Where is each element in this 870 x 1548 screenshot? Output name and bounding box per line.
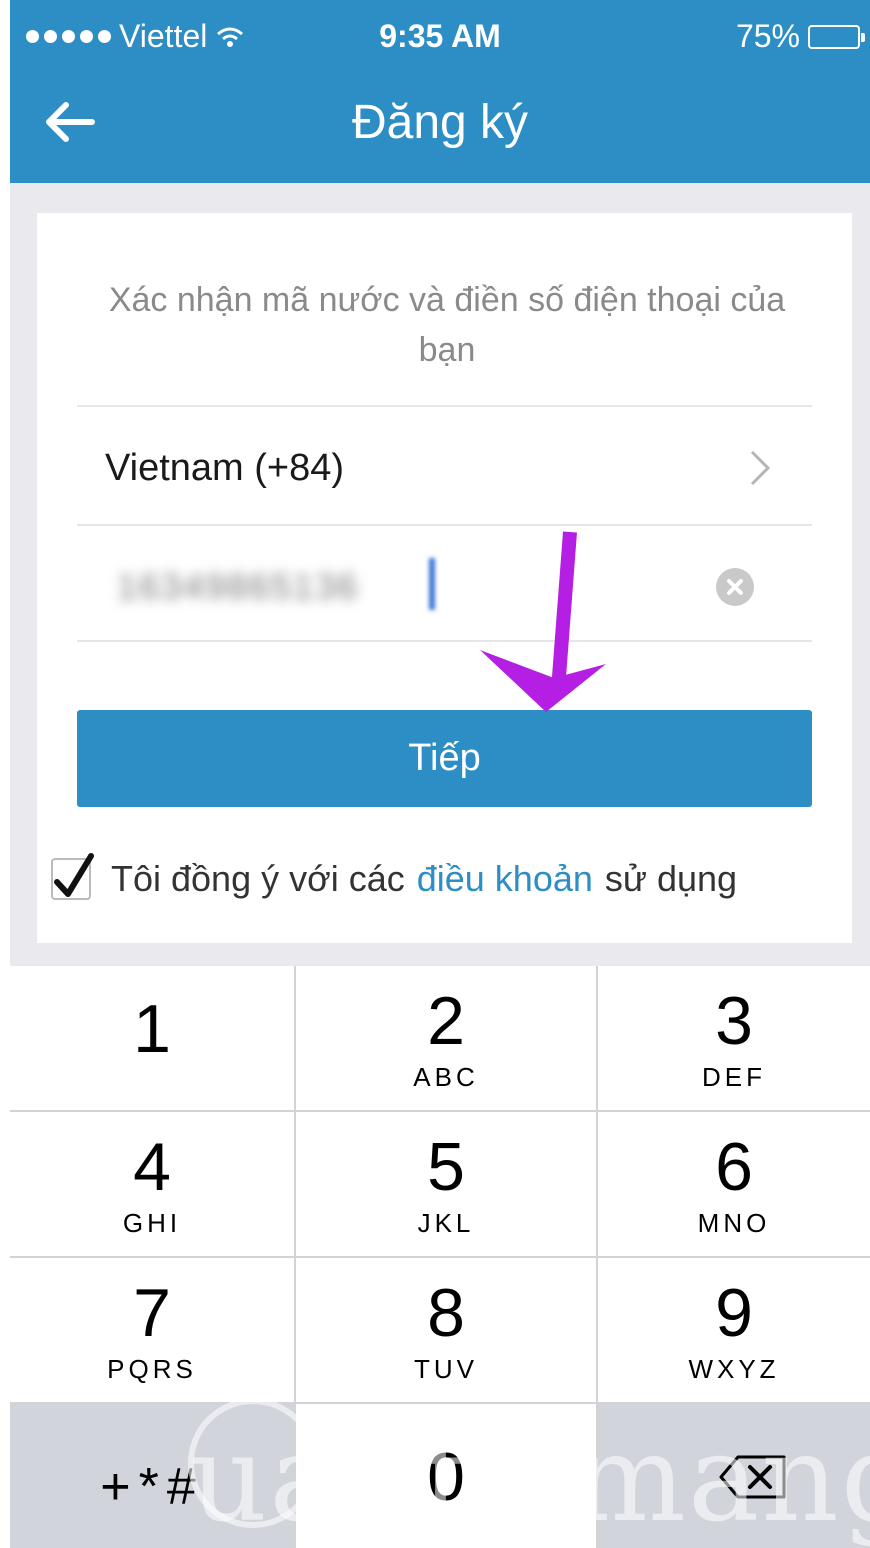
key-2[interactable]: 2 ABC xyxy=(296,966,598,1112)
page-title: Đăng ký xyxy=(351,96,529,149)
key-1[interactable]: 1 xyxy=(10,966,296,1112)
key-letters: PQRS xyxy=(107,1354,197,1384)
battery-icon xyxy=(808,24,865,49)
key-digit: 1 xyxy=(133,991,171,1067)
key-digit: 0 xyxy=(427,1439,465,1515)
battery-info: 75% xyxy=(735,18,865,55)
key-letters: ABC xyxy=(413,1062,479,1092)
clear-icon[interactable] xyxy=(716,568,754,606)
terms-agreement: Tôi đồng ý với các điều khoản sử dụng xyxy=(51,853,738,900)
instruction-text: Xác nhận mã nước và điền số điện thoại c… xyxy=(108,281,786,369)
key-0[interactable]: 0 xyxy=(296,1404,598,1548)
key-digit: 6 xyxy=(715,1129,753,1205)
phone-screen: Viettel 9:35 AM 75% Đăng ký Xác nhận mã … xyxy=(10,0,870,1548)
key-letters: MNO xyxy=(697,1208,771,1238)
country-label: Vietnam (+84) xyxy=(105,447,345,489)
app-header: Viettel 9:35 AM 75% Đăng ký xyxy=(10,0,870,183)
phone-field[interactable]: 1634986513​6 xyxy=(77,524,812,642)
key-letters: WXYZ xyxy=(688,1354,780,1384)
annotation-arrow-icon xyxy=(480,531,606,712)
backspace-icon xyxy=(719,1455,786,1499)
key-3[interactable]: 3 DEF xyxy=(598,966,870,1112)
key-digit: 8 xyxy=(427,1275,465,1351)
phone-input-value[interactable]: 1634986513​6 xyxy=(117,566,359,608)
register-card: Xác nhận mã nước và điền số điện thoại c… xyxy=(37,213,852,943)
watermark-logo-icon xyxy=(188,1398,318,1528)
key-9[interactable]: 9 WXYZ xyxy=(598,1258,870,1404)
key-7[interactable]: 7 PQRS xyxy=(10,1258,296,1404)
terms-link[interactable]: điều khoản xyxy=(417,858,593,900)
key-8[interactable]: 8 TUV xyxy=(296,1258,598,1404)
agree-suffix: sử dụng xyxy=(604,858,738,899)
chevron-right-icon xyxy=(750,450,771,486)
key-letters: JKL xyxy=(417,1208,475,1238)
agree-text: Tôi đồng ý với các xyxy=(111,858,405,899)
key-digit: 4 xyxy=(133,1129,171,1205)
key-digit: 3 xyxy=(715,983,753,1059)
key-digit: 9 xyxy=(715,1275,753,1351)
key-letters: GHI xyxy=(122,1208,182,1238)
battery-percent: 75% xyxy=(735,18,800,54)
status-bar: Viettel 9:35 AM 75% xyxy=(10,0,870,70)
key-letters: DEF xyxy=(702,1062,766,1092)
key-5[interactable]: 5 JKL xyxy=(296,1112,598,1258)
agree-checkbox[interactable] xyxy=(51,853,94,900)
key-6[interactable]: 6 MNO xyxy=(598,1112,870,1258)
key-digit: 7 xyxy=(133,1275,171,1351)
key-digit: 2 xyxy=(427,983,465,1059)
country-selector[interactable]: Vietnam (+84) xyxy=(77,405,812,523)
text-cursor xyxy=(429,558,435,610)
key-digit: 5 xyxy=(427,1129,465,1205)
key-letters: TUV xyxy=(414,1354,478,1384)
key-4[interactable]: 4 GHI xyxy=(10,1112,296,1258)
next-button[interactable]: Tiếp xyxy=(77,710,812,807)
numeric-keypad: 1 2 ABC 3 DEF 4 GHI 5 JKL 6 MNO 7 PQRS 8… xyxy=(10,966,870,1548)
delete-key[interactable] xyxy=(598,1404,870,1548)
checkmark-icon xyxy=(54,853,94,897)
